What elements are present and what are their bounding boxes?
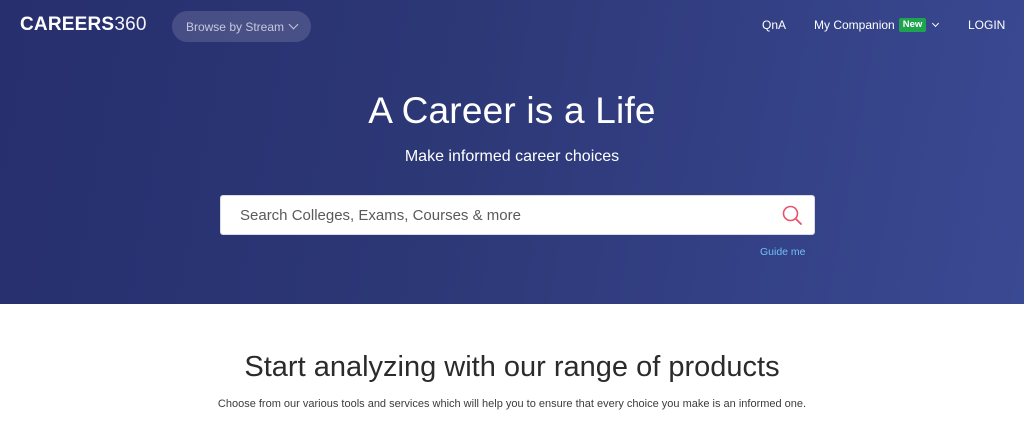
hero-banner: CAREERS 360 Browse by Stream QnA My Comp… [0,0,1024,304]
my-companion-label: My Companion [814,18,895,32]
logo-text-bold: CAREERS [20,14,115,35]
search-box [220,195,815,235]
chevron-down-icon [932,19,940,28]
products-section-subtitle: Choose from our various tools and servic… [217,398,807,410]
logo-text-light: 360 [114,14,147,35]
search-icon[interactable] [782,205,802,225]
products-section-title: Start analyzing with our range of produc… [244,351,780,383]
hero-subtitle: Make informed career choices [404,148,620,165]
search-input[interactable] [221,196,771,234]
nav-my-companion[interactable]: My Companion New [814,18,940,32]
new-badge: New [898,18,927,32]
browse-by-stream-label: Browse by Stream [185,19,285,34]
nav-qna-link[interactable]: QnA [762,18,786,32]
guide-me-link[interactable]: Guide me [760,246,806,258]
browse-by-stream-button[interactable]: Browse by Stream [172,11,311,42]
chevron-down-icon [288,19,299,30]
careers360-logo[interactable]: CAREERS 360 [20,14,147,38]
hero-title: A Career is a Life [368,90,656,131]
login-link[interactable]: LOGIN [968,18,1005,32]
